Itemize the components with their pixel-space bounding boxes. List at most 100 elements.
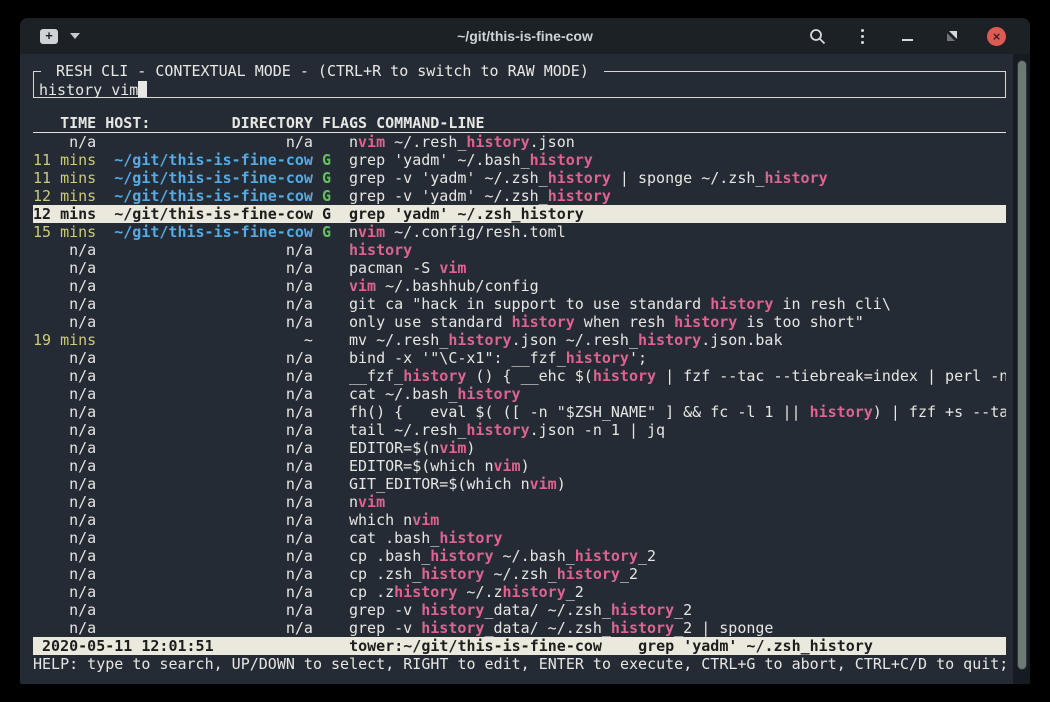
row-time: n/a bbox=[33, 511, 96, 529]
history-row[interactable]: 15 mins~/git/this-is-fine-cowGnvim ~/.co… bbox=[33, 223, 1006, 241]
history-row[interactable]: 12 mins~/git/this-is-fine-cowGgrep -v 'y… bbox=[33, 187, 1006, 205]
history-row[interactable]: n/an/avim ~/.bashhub/config bbox=[33, 277, 1006, 295]
row-flags bbox=[322, 385, 331, 403]
row-directory: n/a bbox=[105, 421, 313, 439]
row-directory: n/a bbox=[105, 601, 313, 619]
new-tab-terminal-icon[interactable] bbox=[40, 29, 58, 44]
row-flags bbox=[322, 295, 331, 313]
row-time: 15 mins bbox=[33, 223, 96, 241]
history-row[interactable]: n/an/aonly use standard history when res… bbox=[33, 313, 1006, 331]
row-flags bbox=[322, 493, 331, 511]
row-flags bbox=[322, 403, 331, 421]
history-row[interactable]: n/an/agrep -v history_data/ ~/.zsh_histo… bbox=[33, 619, 1006, 637]
row-directory: ~/git/this-is-fine-cow bbox=[105, 187, 313, 205]
row-directory: n/a bbox=[105, 367, 313, 385]
row-time: 12 mins bbox=[33, 205, 96, 223]
history-row[interactable]: n/an/acp .zhistory ~/.zhistory_2 bbox=[33, 583, 1006, 601]
history-row-selected[interactable]: 12 mins~/git/this-is-fine-cowGgrep 'yadm… bbox=[33, 205, 1006, 223]
row-command: pacman -S vim bbox=[349, 259, 1006, 277]
history-row[interactable]: n/an/anvim bbox=[33, 493, 1006, 511]
history-row[interactable]: n/an/aGIT_EDITOR=$(which nvim) bbox=[33, 475, 1006, 493]
history-row[interactable]: n/an/apacman -S vim bbox=[33, 259, 1006, 277]
row-command: EDITOR=$(which nvim) bbox=[349, 457, 1006, 475]
scrollbar-track[interactable] bbox=[1013, 54, 1030, 684]
history-row[interactable]: n/an/agrep -v history_data/ ~/.zsh_histo… bbox=[33, 601, 1006, 619]
row-directory: n/a bbox=[105, 475, 313, 493]
row-command: __fzf_history () { __ehc $(history | fzf… bbox=[349, 367, 1006, 385]
row-command: grep -v history_data/ ~/.zsh_history_2 |… bbox=[349, 619, 1006, 637]
row-command: vim ~/.bashhub/config bbox=[349, 277, 1006, 295]
chevron-down-icon[interactable] bbox=[70, 33, 80, 39]
row-time: n/a bbox=[33, 295, 96, 313]
row-flags bbox=[322, 259, 331, 277]
row-flags: G bbox=[322, 151, 331, 169]
row-time: n/a bbox=[33, 601, 96, 619]
row-time: n/a bbox=[33, 583, 96, 601]
row-flags: G bbox=[322, 169, 331, 187]
row-command: grep 'yadm' ~/.zsh_history bbox=[349, 205, 1006, 223]
history-row[interactable]: n/an/acat ~/.bash_history bbox=[33, 385, 1006, 403]
kebab-menu-icon[interactable] bbox=[852, 26, 872, 46]
row-time: n/a bbox=[33, 547, 96, 565]
history-row[interactable]: n/an/acp .bash_history ~/.bash_history_2 bbox=[33, 547, 1006, 565]
row-command: EDITOR=$(nvim) bbox=[349, 439, 1006, 457]
row-time: n/a bbox=[33, 529, 96, 547]
row-time: n/a bbox=[33, 313, 96, 331]
history-row[interactable]: n/an/atail ~/.resh_history.json -n 1 | j… bbox=[33, 421, 1006, 439]
search-input[interactable]: history vim bbox=[39, 81, 1000, 99]
history-row[interactable]: n/an/afh() { eval $( ([ -n "$ZSH_NAME" ]… bbox=[33, 403, 1006, 421]
row-directory: n/a bbox=[105, 349, 313, 367]
row-command: tail ~/.resh_history.json -n 1 | jq bbox=[349, 421, 1006, 439]
history-row[interactable]: n/an/a__fzf_history () { __ehc $(history… bbox=[33, 367, 1006, 385]
minimize-icon[interactable] bbox=[897, 26, 917, 46]
row-directory: n/a bbox=[105, 457, 313, 475]
restore-icon[interactable] bbox=[942, 26, 962, 46]
row-flags bbox=[322, 241, 331, 259]
row-command: which nvim bbox=[349, 511, 1006, 529]
history-row[interactable]: n/an/acat .bash_history bbox=[33, 529, 1006, 547]
row-time: n/a bbox=[33, 619, 96, 637]
search-icon[interactable] bbox=[807, 26, 827, 46]
row-command: grep 'yadm' ~/.bash_history bbox=[349, 151, 1006, 169]
history-row[interactable]: n/an/acp .zsh_history ~/.zsh_history_2 bbox=[33, 565, 1006, 583]
row-time: 19 mins bbox=[33, 331, 96, 349]
row-directory: ~/git/this-is-fine-cow bbox=[105, 223, 313, 241]
row-flags bbox=[322, 601, 331, 619]
row-flags bbox=[322, 313, 331, 331]
history-row[interactable]: n/an/aEDITOR=$(which nvim) bbox=[33, 457, 1006, 475]
history-row[interactable]: 11 mins~/git/this-is-fine-cowGgrep 'yadm… bbox=[33, 151, 1006, 169]
row-time: n/a bbox=[33, 475, 96, 493]
row-time: n/a bbox=[33, 385, 96, 403]
history-row[interactable]: 19 mins ~ mv ~/.resh_history.json ~/.resh_… bbox=[33, 331, 1006, 349]
row-directory: n/a bbox=[105, 313, 313, 331]
row-command: grep -v 'yadm' ~/.zsh_history | sponge ~… bbox=[349, 169, 1006, 187]
row-flags bbox=[322, 547, 331, 565]
row-directory: n/a bbox=[105, 385, 313, 403]
row-command: mv ~/.resh_history.json ~/.resh_history.… bbox=[349, 331, 1006, 349]
header-directory: DIRECTORY bbox=[232, 114, 313, 132]
row-time: 11 mins bbox=[33, 151, 96, 169]
scrollbar-thumb[interactable] bbox=[1017, 60, 1027, 670]
history-row[interactable]: n/an/anvim ~/.resh_history.json bbox=[33, 133, 1006, 151]
row-flags: G bbox=[322, 205, 331, 223]
row-command: fh() { eval $( ([ -n "$ZSH_NAME" ] && fc… bbox=[349, 403, 1006, 421]
row-command: git ca "hack in support to use standard … bbox=[349, 295, 1006, 313]
history-row[interactable]: n/an/awhich nvim bbox=[33, 511, 1006, 529]
status-command: grep 'yadm' ~/.zsh_history bbox=[638, 637, 873, 655]
row-directory: ~/git/this-is-fine-cow bbox=[105, 169, 313, 187]
history-row[interactable]: 11 mins~/git/this-is-fine-cowGgrep -v 'y… bbox=[33, 169, 1006, 187]
history-row[interactable]: n/an/ahistory bbox=[33, 241, 1006, 259]
history-row[interactable]: n/an/abind -x '"\C-x1": __fzf_history'; bbox=[33, 349, 1006, 367]
row-time: n/a bbox=[33, 439, 96, 457]
row-directory: n/a bbox=[105, 295, 313, 313]
row-flags bbox=[322, 421, 331, 439]
row-command: cat .bash_history bbox=[349, 529, 1006, 547]
row-directory: n/a bbox=[105, 565, 313, 583]
history-row[interactable]: n/an/aEDITOR=$(nvim) bbox=[33, 439, 1006, 457]
row-flags bbox=[322, 511, 331, 529]
history-row[interactable]: n/a n/a git ca "hack in support to use sta… bbox=[33, 295, 1006, 313]
row-flags bbox=[322, 457, 331, 475]
search-query-text: history vim bbox=[39, 81, 138, 99]
row-directory: ~ bbox=[105, 331, 313, 349]
close-icon[interactable]: × bbox=[987, 27, 1006, 46]
